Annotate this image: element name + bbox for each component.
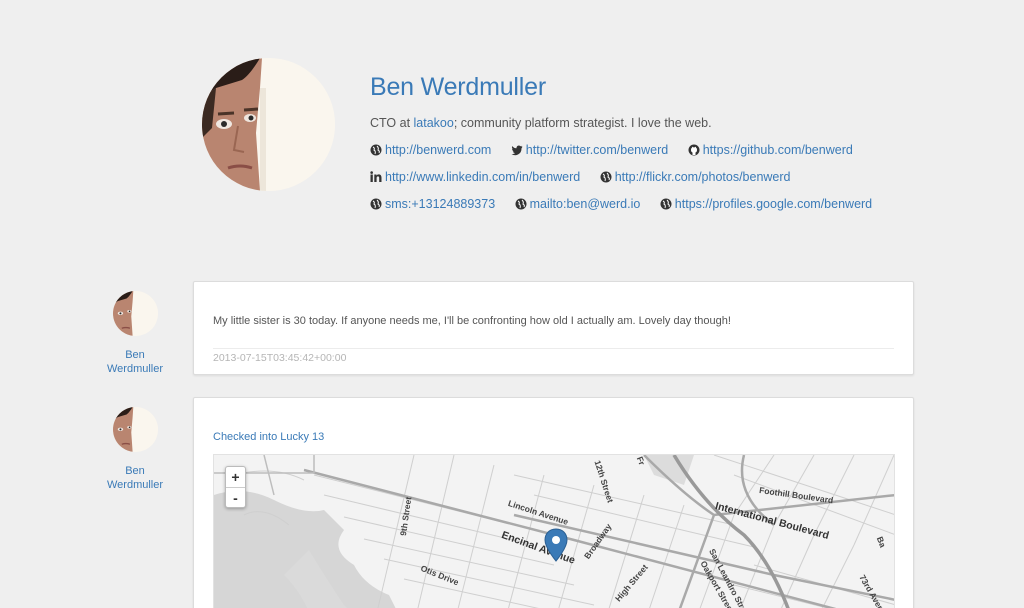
twitter-link[interactable]: http://twitter.com/benwerd	[511, 142, 668, 158]
globe-icon	[370, 198, 382, 210]
github-link[interactable]: https://github.com/benwerd	[688, 142, 853, 158]
post-text: My little sister is 30 today. If anyone …	[213, 315, 731, 327]
author-name[interactable]: Ben Werdmuller	[100, 348, 170, 376]
company-link[interactable]: latakoo	[414, 116, 454, 130]
globe-icon	[660, 198, 672, 210]
zoom-in-button[interactable]: +	[226, 467, 245, 487]
post-timestamp[interactable]: 2013-07-15T03:45:42+00:00	[213, 352, 346, 364]
twitter-icon	[511, 145, 523, 156]
bio-suffix: ; community platform strategist. I love …	[453, 116, 712, 130]
bio-prefix: CTO at	[370, 116, 414, 130]
profile-bio: CTO at latakoo; community platform strat…	[370, 116, 930, 131]
checkin-post: Checked into Lucky 13 + - 12th Street Fo…	[193, 397, 914, 608]
linkedin-icon	[370, 171, 382, 182]
email-link[interactable]: mailto:ben@werd.io	[515, 196, 640, 212]
globe-icon	[370, 144, 382, 156]
profile-name[interactable]: Ben Werdmuller	[370, 72, 930, 102]
status-post: My little sister is 30 today. If anyone …	[193, 281, 914, 375]
profile-links-row-3: sms:+13124889373 mailto:ben@werd.io http…	[370, 196, 930, 212]
map-pin-icon[interactable]	[544, 528, 568, 562]
profile-header: Ben Werdmuller CTO at latakoo; community…	[202, 58, 922, 211]
linkedin-link[interactable]: http://www.linkedin.com/in/benwerd	[370, 169, 580, 185]
profile-info: Ben Werdmuller CTO at latakoo; community…	[370, 72, 930, 212]
divider	[213, 348, 894, 349]
google-profile-link[interactable]: https://profiles.google.com/benwerd	[660, 196, 872, 212]
profile-links-row-2: http://www.linkedin.com/in/benwerd http:…	[370, 169, 930, 185]
sms-link[interactable]: sms:+13124889373	[370, 196, 495, 212]
zoom-out-button[interactable]: -	[226, 487, 245, 507]
avatar[interactable]	[112, 407, 158, 452]
profile-links-row-1: http://benwerd.com http://twitter.com/be…	[370, 142, 930, 158]
globe-icon	[515, 198, 527, 210]
author-name[interactable]: Ben Werdmuller	[100, 464, 170, 492]
github-icon	[688, 144, 700, 156]
flickr-link[interactable]: http://flickr.com/photos/benwerd	[600, 169, 791, 185]
post-author[interactable]: Ben Werdmuller	[100, 291, 170, 376]
map[interactable]: + - 12th Street Foothill Boulevard Linco…	[213, 454, 895, 608]
website-link[interactable]: http://benwerd.com	[370, 142, 491, 158]
post-author[interactable]: Ben Werdmuller	[100, 407, 170, 492]
globe-icon	[600, 171, 612, 183]
checkin-title[interactable]: Checked into Lucky 13	[213, 431, 324, 443]
zoom-control: + -	[225, 466, 246, 508]
avatar[interactable]	[112, 291, 158, 336]
profile-photo	[202, 58, 335, 191]
